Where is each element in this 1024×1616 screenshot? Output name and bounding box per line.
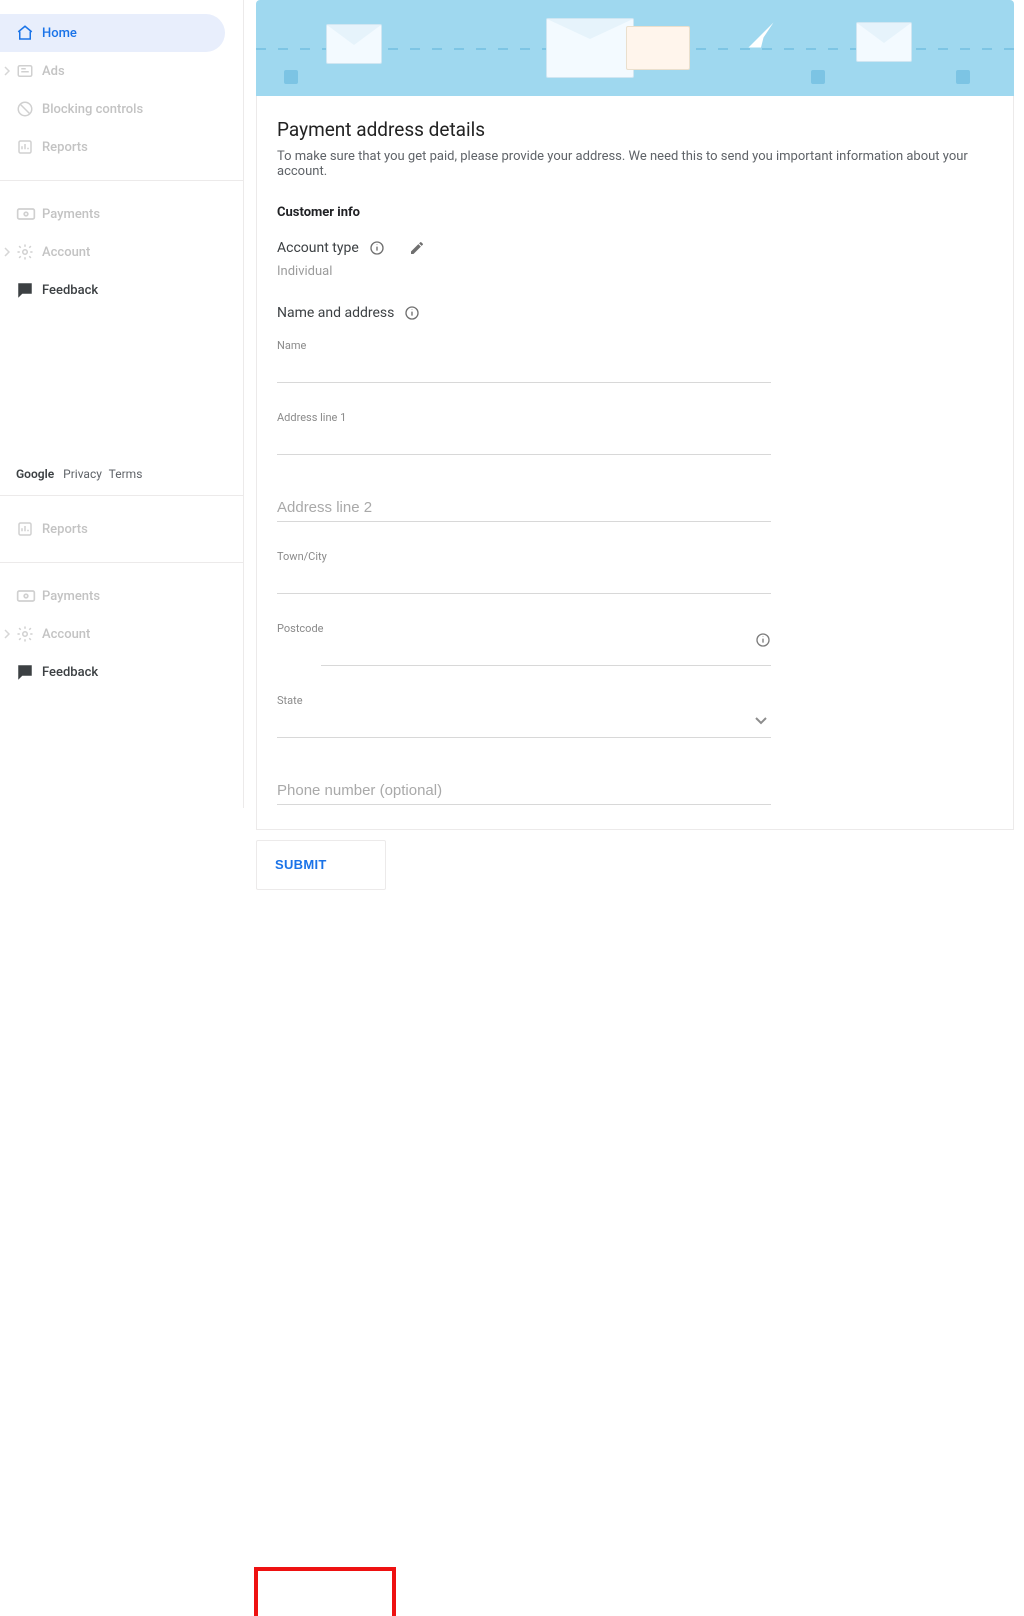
customer-info-heading: Customer info xyxy=(277,205,993,220)
gear-icon xyxy=(16,243,42,261)
pencil-icon[interactable] xyxy=(409,240,425,256)
sidebar-item-label: Feedback xyxy=(42,665,98,680)
page-title: Payment address details xyxy=(277,118,993,141)
sidebar-item-label: Payments xyxy=(42,207,100,222)
name-address-label: Name and address xyxy=(277,305,394,321)
reports-icon xyxy=(16,138,42,156)
sidebar-item-label: Reports xyxy=(42,522,88,537)
city-field-wrap: Town/City xyxy=(277,550,771,594)
sidebar-item-reports[interactable]: Reports xyxy=(0,128,243,166)
sidebar-item-payments-2[interactable]: Payments xyxy=(0,577,243,615)
name-label: Name xyxy=(277,339,771,352)
sidebar-item-label: Blocking controls xyxy=(42,102,143,117)
phone-field-wrap xyxy=(277,778,771,805)
phone-input[interactable] xyxy=(277,778,771,805)
sidebar-item-payments[interactable]: Payments xyxy=(0,195,243,233)
info-icon[interactable] xyxy=(369,240,385,256)
addr1-field-wrap: Address line 1 xyxy=(277,411,771,455)
addr2-field-wrap xyxy=(277,495,771,522)
state-select[interactable] xyxy=(277,711,771,738)
terms-link[interactable]: Terms xyxy=(109,467,143,481)
name-field-wrap: Name xyxy=(277,339,771,383)
submit-button[interactable]: SUBMIT xyxy=(275,857,327,872)
sidebar-item-reports-2[interactable]: Reports xyxy=(0,510,243,548)
account-type-label: Account type xyxy=(277,240,359,256)
name-input[interactable] xyxy=(277,356,771,383)
sidebar-item-label: Account xyxy=(42,245,90,260)
info-icon[interactable] xyxy=(404,305,420,321)
ads-icon xyxy=(16,62,42,80)
sidebar-item-label: Reports xyxy=(42,140,88,155)
expand-icon xyxy=(4,249,10,255)
state-label: State xyxy=(277,694,771,707)
main-content: Payment address details To make sure tha… xyxy=(256,0,1014,808)
sidebar-item-blocking[interactable]: Blocking controls xyxy=(0,90,243,128)
sidebar-item-label: Payments xyxy=(42,589,100,604)
account-type-row: Account type xyxy=(277,240,993,256)
home-icon xyxy=(16,24,42,42)
privacy-link[interactable]: Privacy xyxy=(63,467,102,481)
account-type-value: Individual xyxy=(277,264,993,279)
postcode-label: Postcode xyxy=(277,622,771,635)
sidebar-item-label: Feedback xyxy=(42,283,98,298)
postcode-field-wrap: Postcode xyxy=(277,622,771,666)
addr1-label: Address line 1 xyxy=(277,411,771,424)
expand-icon xyxy=(4,68,10,74)
sidebar-item-label: Home xyxy=(42,26,77,41)
sidebar-item-label: Ads xyxy=(42,64,65,79)
payments-icon xyxy=(16,207,42,221)
block-icon xyxy=(16,100,42,118)
sidebar-item-ads[interactable]: Ads xyxy=(0,52,243,90)
sidebar-footer: Google Privacy Terms xyxy=(0,453,243,496)
reports-icon xyxy=(16,520,42,538)
payments-icon xyxy=(16,589,42,603)
expand-icon xyxy=(4,631,10,637)
sidebar-item-label: Account xyxy=(42,627,90,642)
sidebar-item-feedback-2[interactable]: Feedback xyxy=(0,653,243,691)
page-subtitle: To make sure that you get paid, please p… xyxy=(277,149,993,179)
feedback-icon xyxy=(16,281,42,299)
feedback-icon xyxy=(16,663,42,681)
state-field-wrap: State xyxy=(277,694,771,738)
hero-banner xyxy=(256,0,1014,96)
google-logo-text: Google xyxy=(16,467,54,481)
addr1-input[interactable] xyxy=(277,428,771,455)
city-label: Town/City xyxy=(277,550,771,563)
name-address-row: Name and address xyxy=(277,305,993,321)
postcode-input[interactable] xyxy=(321,639,771,666)
sidebar-item-home[interactable]: Home xyxy=(0,14,225,52)
sidebar-item-account-2[interactable]: Account xyxy=(0,615,243,653)
city-input[interactable] xyxy=(277,567,771,594)
submit-bar: SUBMIT xyxy=(256,840,386,890)
sidebar: Home Ads Blocking controls Reports xyxy=(0,0,244,808)
sidebar-item-feedback[interactable]: Feedback xyxy=(0,271,243,309)
info-icon[interactable] xyxy=(755,632,771,652)
annotation-highlight xyxy=(254,1567,396,1616)
sidebar-item-account[interactable]: Account xyxy=(0,233,243,271)
addr2-input[interactable] xyxy=(277,495,771,522)
gear-icon xyxy=(16,625,42,643)
